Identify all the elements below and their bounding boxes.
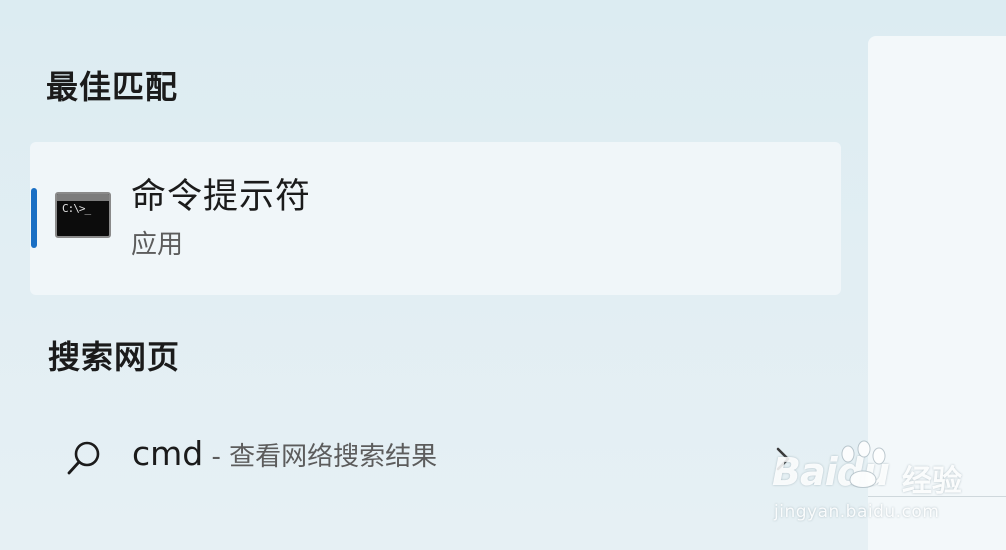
- best-match-heading: 最佳匹配: [46, 68, 179, 106]
- query-separator: -: [203, 442, 230, 472]
- selection-indicator: [31, 188, 37, 248]
- query-text: cmd: [132, 434, 204, 473]
- icon-titlebar: [57, 194, 109, 201]
- app-type: 应用: [131, 230, 184, 260]
- command-prompt-icon: C:\>_: [55, 192, 111, 238]
- search-icon: [67, 441, 100, 475]
- icon-prompt-text: C:\>_: [62, 202, 91, 215]
- watermark-label: 经验: [902, 464, 962, 499]
- web-search-heading: 搜索网页: [48, 338, 181, 376]
- paw-icon: [841, 440, 886, 488]
- app-name: 命令提示符: [131, 177, 312, 217]
- start-menu-search-results: 最佳匹配 C:\>_ 命令提示符 应用 搜索网页 cmd - 查看网络搜索结果 …: [0, 0, 1006, 550]
- best-match-result-command-prompt[interactable]: C:\>_ 命令提示符 应用: [30, 142, 841, 295]
- query-description: 查看网络搜索结果: [229, 442, 438, 472]
- watermark-url: jingyan.baidu.com: [774, 502, 940, 522]
- baidu-jingyan-watermark: Baidu 经验 jingyan.baidu.com: [772, 440, 1006, 530]
- web-search-result[interactable]: cmd - 查看网络搜索结果: [30, 410, 841, 500]
- web-search-query: cmd - 查看网络搜索结果: [132, 434, 437, 473]
